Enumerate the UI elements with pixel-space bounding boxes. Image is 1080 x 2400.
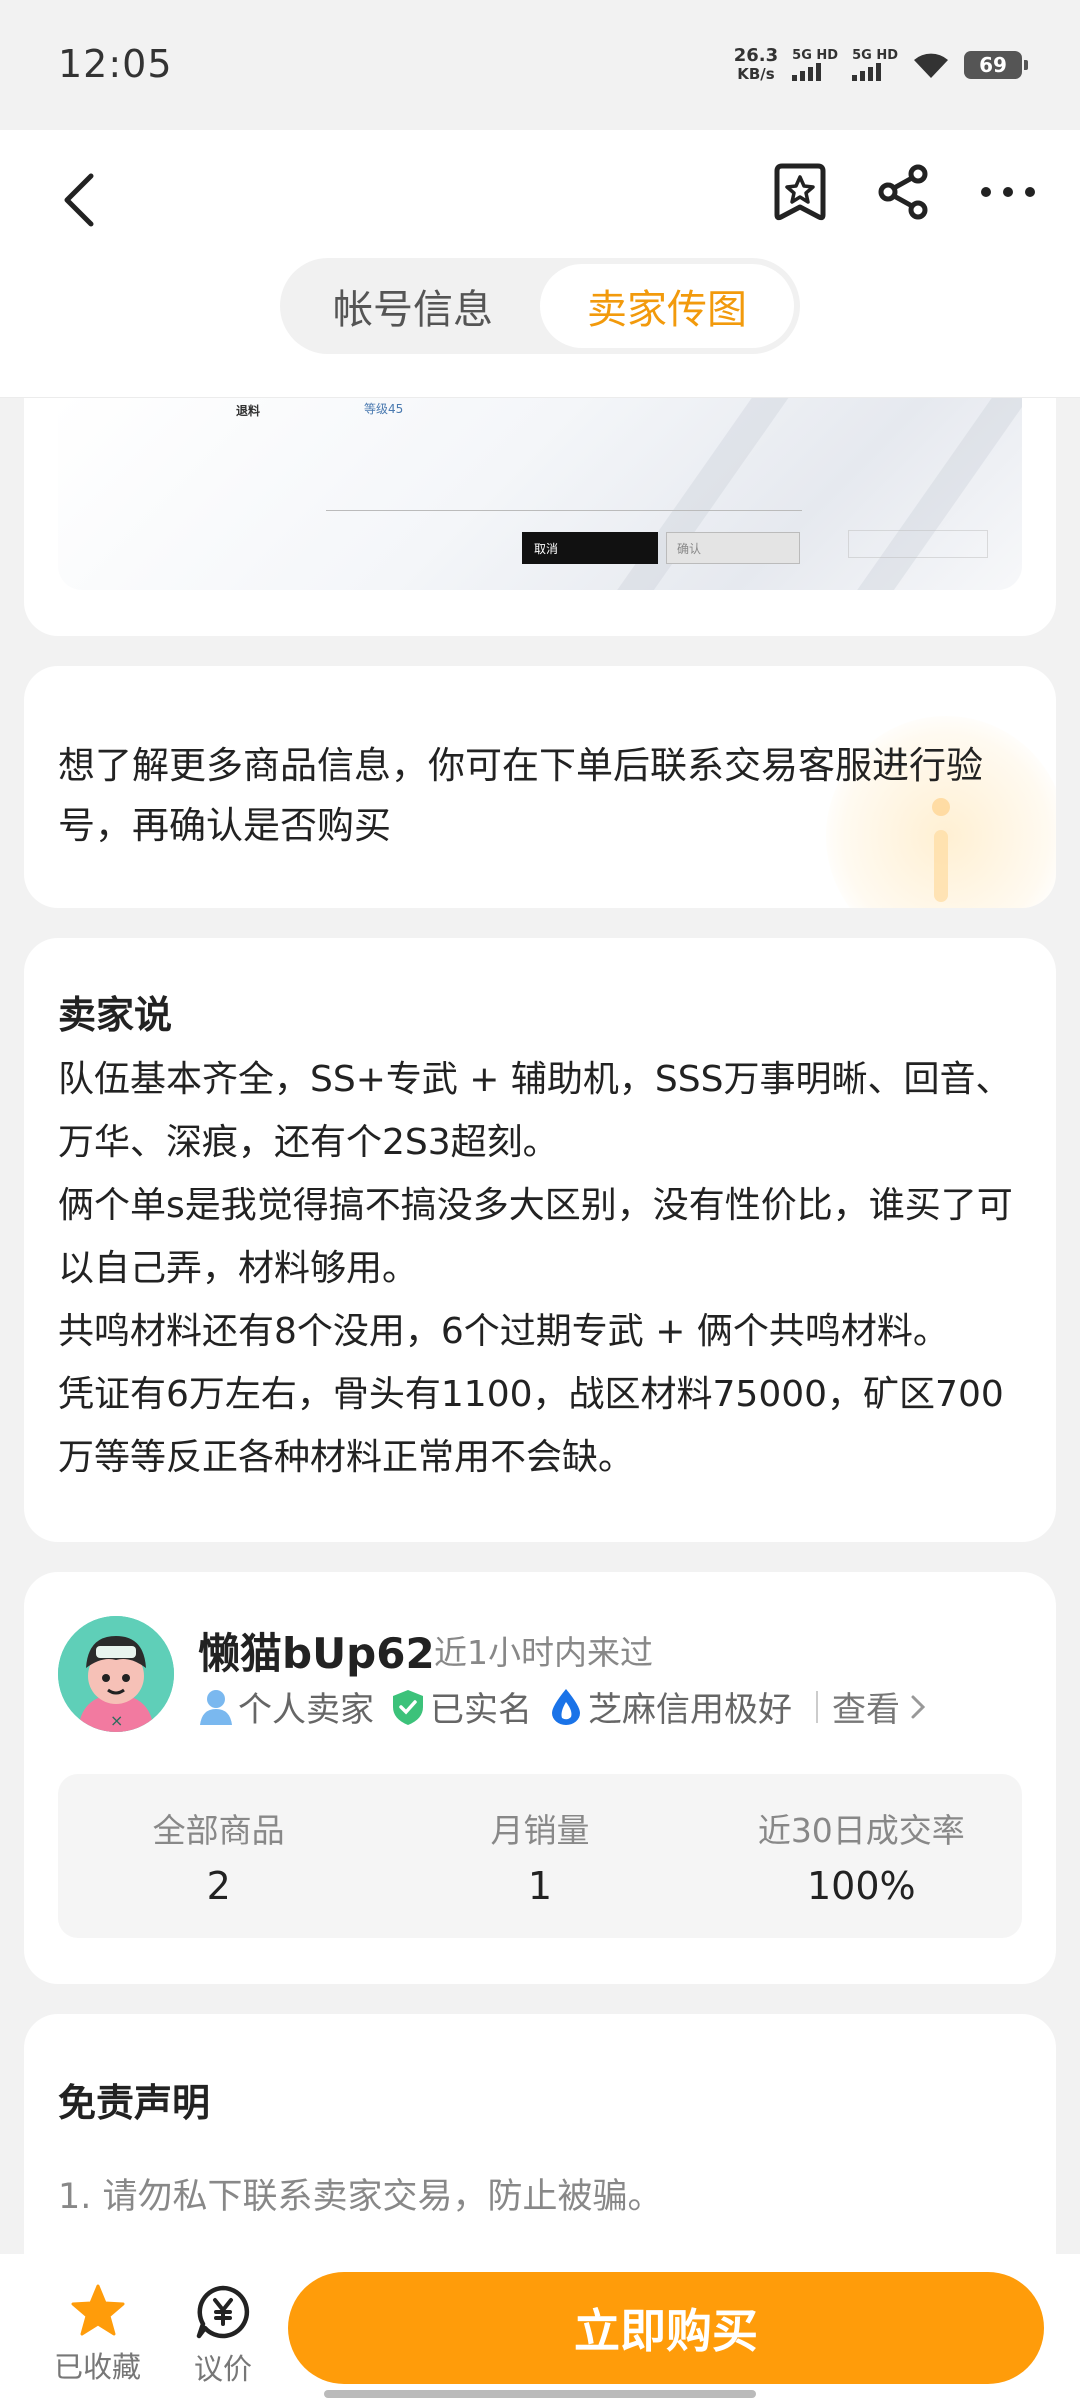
personal-seller-badge: 个人卖家 bbox=[198, 1682, 374, 1731]
screenshot-confirm-label: 确认 bbox=[666, 532, 800, 564]
stat-all-products[interactable]: 全部商品 2 bbox=[58, 1774, 379, 1938]
credit-badge: 芝麻信用极好 bbox=[548, 1682, 792, 1731]
tab-switcher: 帐号信息 卖家传图 bbox=[280, 258, 800, 354]
favorite-star-button[interactable] bbox=[760, 152, 840, 232]
disclaimer-item: 1. 请勿私下联系卖家交易，防止被骗。 bbox=[58, 2177, 663, 2217]
top-navigation: 帐号信息 卖家传图 bbox=[0, 130, 1080, 398]
screenshot-cancel-label: 取消 bbox=[522, 532, 658, 564]
stat-monthly-sales: 月销量 1 bbox=[490, 1811, 590, 1908]
seller-badges: 个人卖家 已实名 芝麻信用极好 查看 bbox=[198, 1682, 926, 1731]
status-bar: 12:05 26.3 KB/s 5G HD 5G HD 69 bbox=[0, 0, 1080, 130]
divider bbox=[816, 1690, 818, 1723]
signal-icon: 5G HD bbox=[792, 49, 838, 81]
sesame-credit-icon bbox=[548, 1688, 584, 1726]
buy-now-button[interactable]: 立即购买 bbox=[288, 2272, 1044, 2384]
back-arrow-icon bbox=[64, 173, 94, 227]
seller-say-title: 卖家说 bbox=[58, 993, 173, 1037]
person-icon bbox=[198, 1688, 234, 1726]
status-time: 12:05 bbox=[58, 42, 173, 86]
chevron-right-icon bbox=[911, 1695, 926, 1718]
favorited-button[interactable]: 已收藏 bbox=[54, 2284, 141, 2386]
back-button[interactable] bbox=[48, 160, 108, 240]
view-seller-link[interactable]: 查看 bbox=[832, 1682, 926, 1731]
info-notice-card: 想了解更多商品信息，你可在下单后联系交易客服进行验号，再确认是否购买 bbox=[24, 666, 1056, 908]
share-icon bbox=[878, 164, 928, 220]
verified-badge: 已实名 bbox=[390, 1682, 532, 1731]
status-indicators: 26.3 KB/s 5G HD 5G HD 69 bbox=[733, 42, 1028, 88]
seller-description: 队伍基本齐全，SS+专武 + 辅助机，SSS万事明晰、回音、万华、深痕，还有个2… bbox=[58, 1048, 1038, 1489]
tab-seller-images[interactable]: 卖家传图 bbox=[540, 264, 794, 348]
last-seen-status: 近1小时内来过 bbox=[434, 1633, 653, 1672]
more-button[interactable] bbox=[968, 152, 1048, 232]
svg-text:×: × bbox=[110, 1711, 123, 1730]
description-paragraph: 队伍基本齐全，SS+专武 + 辅助机，SSS万事明晰、回音、万华、深痕，还有个2… bbox=[58, 1059, 1012, 1163]
avatar-character-icon: × bbox=[58, 1616, 174, 1732]
bottom-action-bar: 已收藏 议价 立即购买 bbox=[0, 2254, 1080, 2400]
disclaimer-title: 免责声明 bbox=[58, 2081, 211, 2125]
seller-avatar[interactable]: × bbox=[58, 1616, 174, 1732]
description-paragraph: 凭证有6万左右，骨头有1100，战区材料75000，矿区700万等等反正各种材料… bbox=[58, 1374, 1004, 1478]
tab-account-info[interactable]: 帐号信息 bbox=[286, 264, 540, 348]
more-dots-icon bbox=[981, 187, 1035, 197]
battery-icon: 69 bbox=[964, 51, 1028, 79]
seller-stats: 全部商品 2 月销量 1 近30日成交率 100% bbox=[58, 1774, 1022, 1938]
star-filled-icon bbox=[71, 2284, 124, 2336]
share-button[interactable] bbox=[864, 152, 944, 232]
wifi-icon bbox=[914, 53, 948, 78]
shield-check-icon bbox=[390, 1688, 426, 1726]
description-paragraph: 俩个单s是我觉得搞不搞没多大区别，没有性价比，谁买了可以自己弄，材料够用。 bbox=[58, 1185, 1013, 1289]
bargain-button[interactable]: 议价 bbox=[194, 2284, 252, 2388]
seller-screenshot[interactable]: 退料 等级45 取消 确认 bbox=[58, 398, 1022, 590]
signal-icon: 5G HD bbox=[852, 49, 898, 81]
seller-info-card: × 懒猫bUp62 近1小时内来过 个人卖家 已实名 芝麻信用极好 查看 全部商… bbox=[24, 1572, 1056, 1984]
seller-description-card: 卖家说 队伍基本齐全，SS+专武 + 辅助机，SSS万事明晰、回音、万华、深痕，… bbox=[24, 938, 1056, 1542]
network-speed: 26.3 KB/s bbox=[733, 45, 779, 84]
star-bookmark-icon bbox=[774, 163, 826, 221]
price-negotiate-icon bbox=[196, 2285, 250, 2339]
notice-text: 想了解更多商品信息，你可在下单后联系交易客服进行验号，再确认是否购买 bbox=[58, 744, 983, 847]
description-paragraph: 共鸣材料还有8个没用，6个过期专武 + 俩个共鸣材料。 bbox=[58, 1311, 949, 1352]
home-indicator[interactable] bbox=[324, 2390, 756, 2398]
seller-name[interactable]: 懒猫bUp62 bbox=[198, 1620, 435, 1681]
stat-30day-rate: 近30日成交率 100% bbox=[757, 1811, 965, 1908]
